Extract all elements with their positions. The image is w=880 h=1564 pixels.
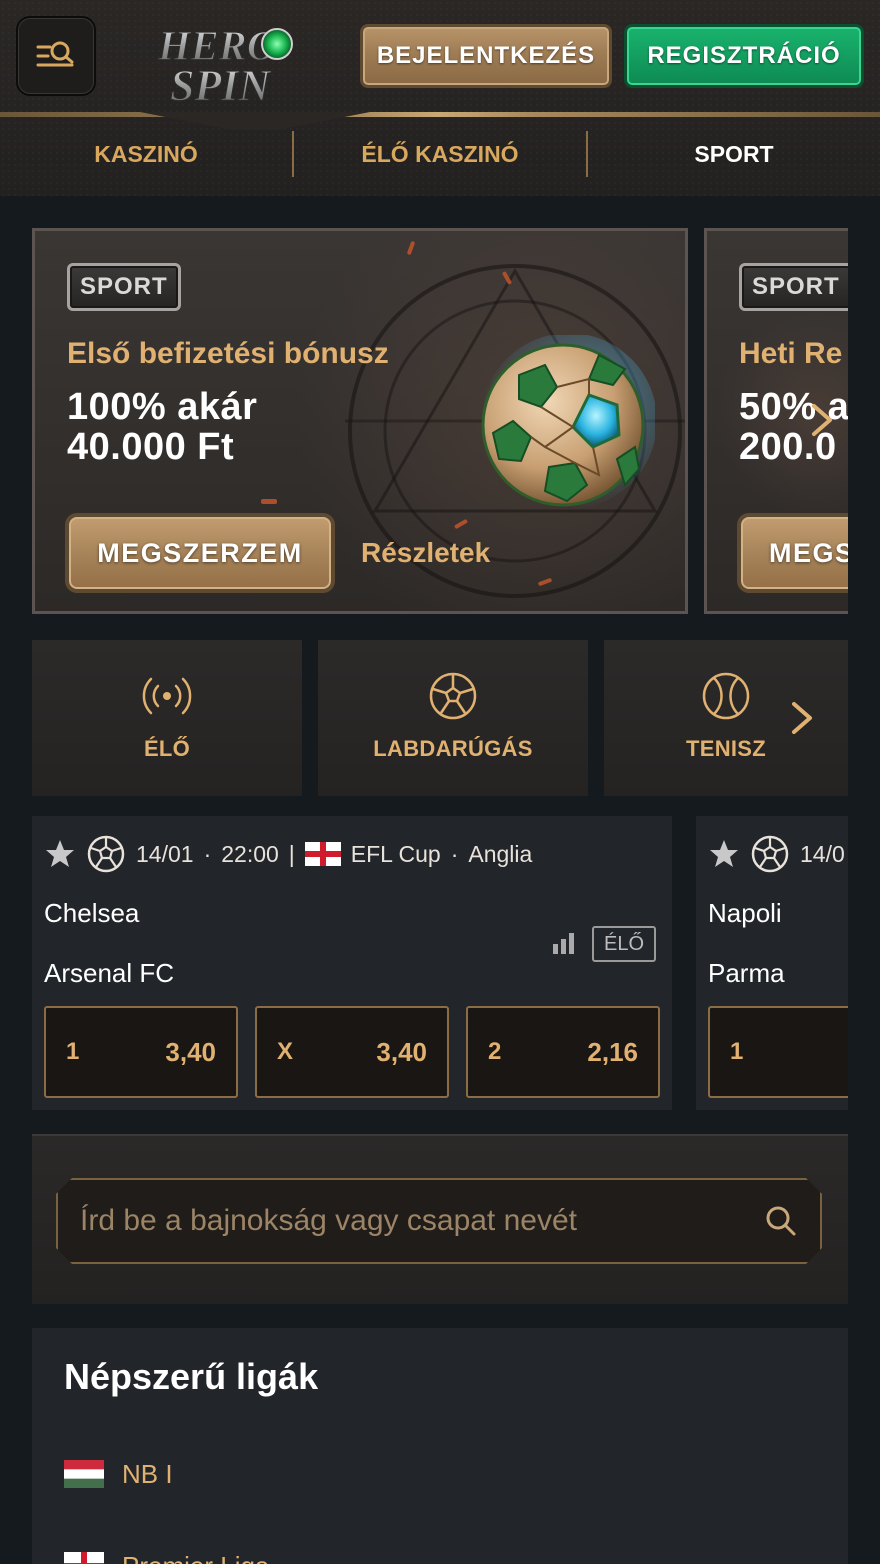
menu-search-icon xyxy=(36,41,74,67)
stats-signal-icon[interactable] xyxy=(552,932,576,954)
favorite-star-icon[interactable] xyxy=(708,838,740,870)
odd-label: 1 xyxy=(730,1038,744,1065)
competition-name[interactable]: EFL Cup xyxy=(351,841,441,868)
popular-leagues-title: Népszerű ligák xyxy=(64,1356,319,1397)
main-nav: KASZINÓ ÉLŐ KASZINÓ SPORT xyxy=(0,126,880,182)
match-date: 14/0 xyxy=(800,840,845,867)
odd-button-home[interactable]: 1 1, xyxy=(708,1006,848,1098)
odd-value: 3,40 xyxy=(165,1036,216,1067)
popular-leagues-panel: Népszerű ligák NB I Premier Liga xyxy=(32,1328,848,1564)
hero-spin-logo[interactable]: HERO SPIN xyxy=(150,18,310,111)
sport-tag: SPORT xyxy=(739,263,848,311)
claim-bonus-button[interactable]: MEGSZERZEM xyxy=(65,513,335,593)
league-search-box[interactable] xyxy=(56,1178,822,1264)
match-header: 14/01 · 22:00 | EFL Cup · Anglia xyxy=(44,834,532,874)
nav-casino[interactable]: KASZINÓ xyxy=(0,126,292,182)
svg-text:SPIN: SPIN xyxy=(170,61,272,110)
home-team: Napoli xyxy=(708,898,782,928)
promo-card-first-deposit[interactable]: SPORT Első befizetési bónusz 100% akár 4… xyxy=(32,228,688,614)
carousel-next-icon[interactable] xyxy=(806,400,836,440)
match-card[interactable]: 14/01 · 22:00 | EFL Cup · Anglia Chelsea… xyxy=(32,816,672,1110)
login-button[interactable]: BEJELENTKEZÉS xyxy=(360,24,612,88)
category-live[interactable]: ÉLŐ xyxy=(32,640,302,796)
categories-next-icon[interactable] xyxy=(788,698,816,738)
search-icon[interactable] xyxy=(764,1204,798,1238)
hungary-flag-icon xyxy=(64,1460,104,1488)
league-search-panel xyxy=(32,1134,848,1304)
football-icon xyxy=(87,835,125,873)
league-item[interactable]: Premier Liga xyxy=(64,1546,269,1564)
away-team: Arsenal FC xyxy=(44,958,175,988)
promo-subtitle: Heti Re xyxy=(739,337,843,370)
sport-tag: SPORT xyxy=(67,263,181,311)
category-football[interactable]: LABDARÚGÁS xyxy=(318,640,588,796)
football-icon xyxy=(429,672,477,720)
match-header: 14/0 xyxy=(708,834,845,874)
promo-headline: 100% akár 40.000 Ft xyxy=(67,386,258,468)
site-header: HERO SPIN BEJELENTKEZÉS REGISZTRÁCIÓ KAS… xyxy=(0,0,880,196)
league-search-input[interactable] xyxy=(80,1204,764,1238)
away-team: Parma xyxy=(708,958,785,988)
home-team: Chelsea xyxy=(44,898,140,928)
category-label: TENISZ xyxy=(685,736,767,761)
dot-separator: · xyxy=(203,840,212,867)
favorite-star-icon[interactable] xyxy=(44,838,76,870)
football-icon xyxy=(751,835,789,873)
football-illustration xyxy=(479,333,657,511)
details-link[interactable]: Részletek xyxy=(361,537,490,569)
live-badge: ÉLŐ xyxy=(592,926,656,962)
nav-sport[interactable]: SPORT xyxy=(588,126,880,182)
dot-separator: · xyxy=(450,840,459,867)
league-item[interactable]: NB I xyxy=(64,1454,173,1494)
odd-button-away[interactable]: 2 2,16 xyxy=(466,1006,660,1098)
pipe-separator: | xyxy=(288,840,295,867)
league-name: NB I xyxy=(122,1458,173,1489)
england-flag-icon xyxy=(64,1552,104,1564)
odd-button-draw[interactable]: X 3,40 xyxy=(255,1006,449,1098)
category-label: LABDARÚGÁS xyxy=(373,736,533,761)
odd-value: 3,40 xyxy=(376,1036,427,1067)
odd-value: 2,16 xyxy=(587,1036,638,1067)
odd-label: 2 xyxy=(488,1038,502,1065)
category-label: ÉLŐ xyxy=(143,736,191,761)
menu-search-button[interactable] xyxy=(16,16,96,96)
tennis-ball-icon xyxy=(702,672,750,720)
header-divider xyxy=(0,112,880,117)
odd-label: X xyxy=(277,1038,294,1065)
live-broadcast-icon xyxy=(142,677,192,715)
match-date: 14/01 xyxy=(136,840,194,867)
odd-button-home[interactable]: 1 3,40 xyxy=(44,1006,238,1098)
nav-live-casino[interactable]: ÉLŐ KASZINÓ xyxy=(294,126,586,182)
england-flag-icon xyxy=(304,842,341,866)
league-name: Premier Liga xyxy=(122,1551,269,1564)
match-card[interactable]: 14/0 Napoli Parma 1 1, xyxy=(696,816,848,1110)
country-name: Anglia xyxy=(468,840,533,867)
odd-label: 1 xyxy=(66,1038,80,1065)
promo-subtitle: Első befizetési bónusz xyxy=(67,337,389,370)
claim-bonus-button[interactable]: MEGS xyxy=(737,513,848,593)
match-time: 22:00 xyxy=(221,840,279,867)
register-button[interactable]: REGISZTRÁCIÓ xyxy=(624,24,864,88)
